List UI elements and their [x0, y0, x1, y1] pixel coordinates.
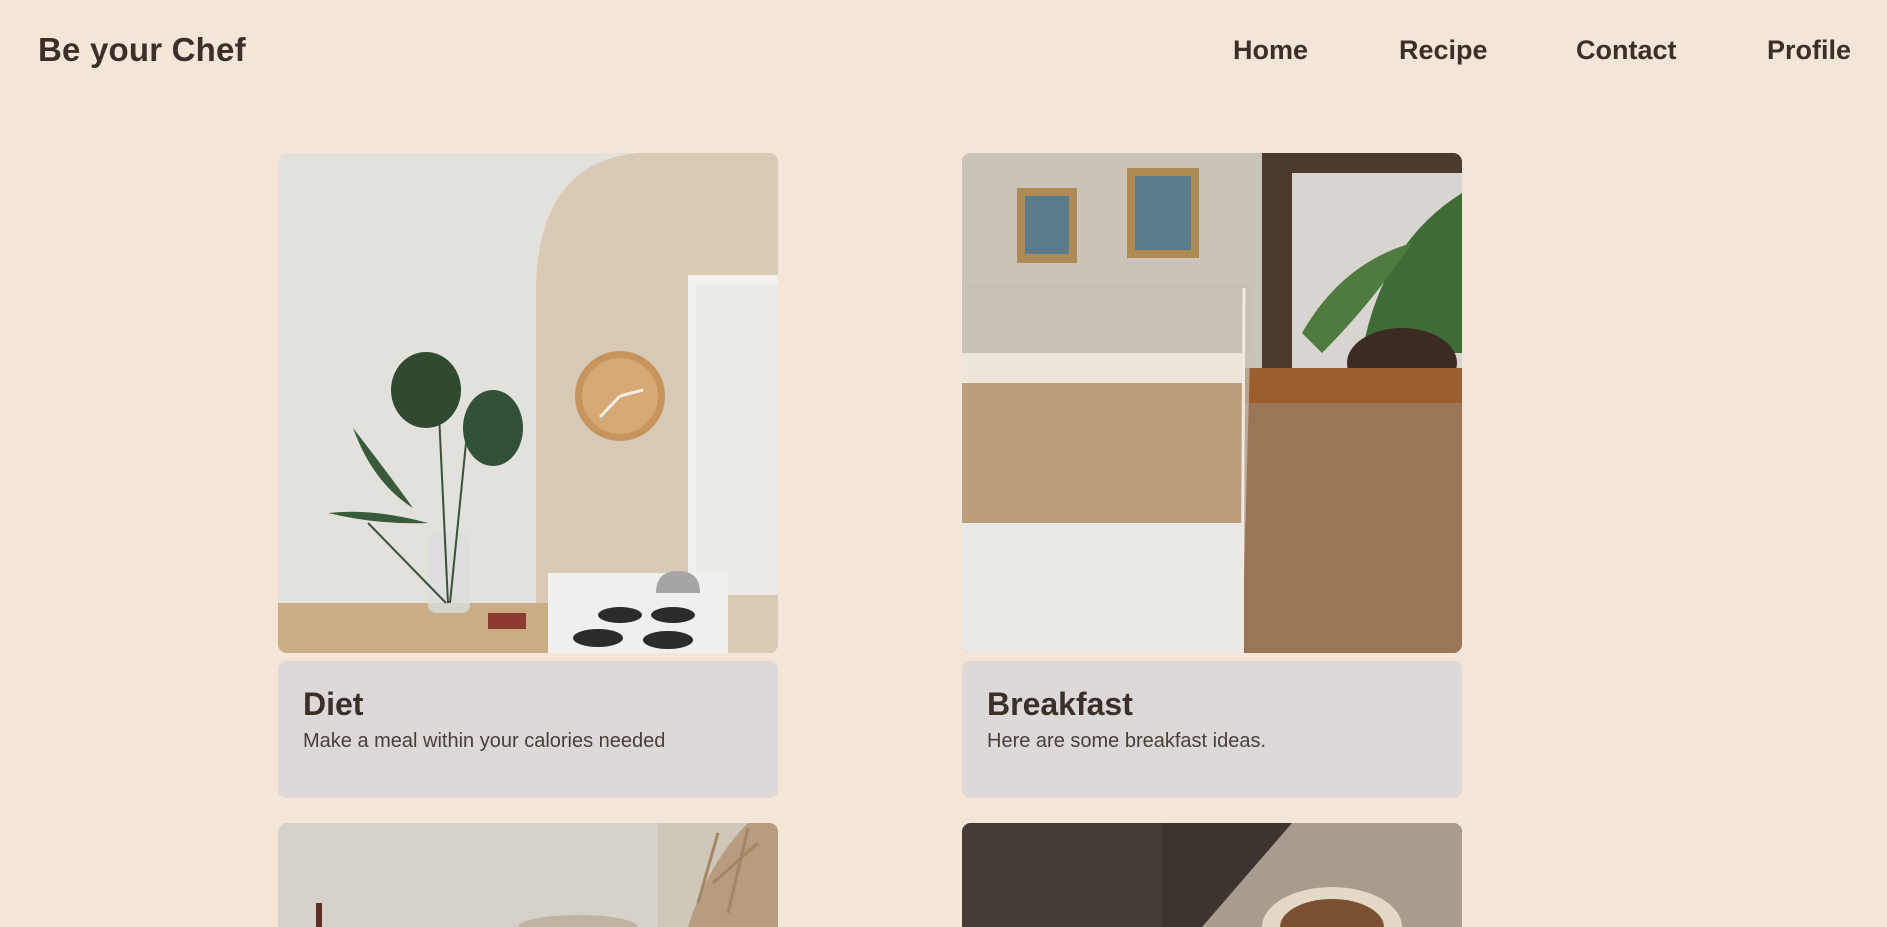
card-breakfast-body: Breakfast Here are some breakfast ideas.: [962, 661, 1462, 798]
card-diet-image[interactable]: [278, 153, 778, 653]
card-diet-body: Diet Make a meal within your calories ne…: [278, 661, 778, 798]
card-third-image[interactable]: [278, 823, 778, 927]
nav-contact-link[interactable]: Contact: [1576, 35, 1677, 66]
card-description: Make a meal within your calories needed: [303, 730, 666, 752]
kitchen-plant-clock-photo: [278, 153, 778, 653]
main-nav: Home Recipe Contact Profile: [0, 35, 1887, 75]
card-title: Breakfast: [987, 686, 1133, 722]
nav-home-link[interactable]: Home: [1233, 35, 1308, 66]
table-dried-flowers-photo: [278, 823, 778, 927]
card-title: Diet: [303, 686, 364, 722]
iced-coffee-glass-photo: [962, 153, 1462, 653]
nav-profile-link[interactable]: Profile: [1767, 35, 1851, 66]
card-description: Here are some breakfast ideas.: [987, 730, 1267, 752]
nav-recipe-link[interactable]: Recipe: [1399, 35, 1488, 66]
card-breakfast-image[interactable]: [962, 153, 1462, 653]
coffee-cup-on-table-photo: [962, 823, 1462, 927]
card-fourth-image[interactable]: [962, 823, 1462, 927]
